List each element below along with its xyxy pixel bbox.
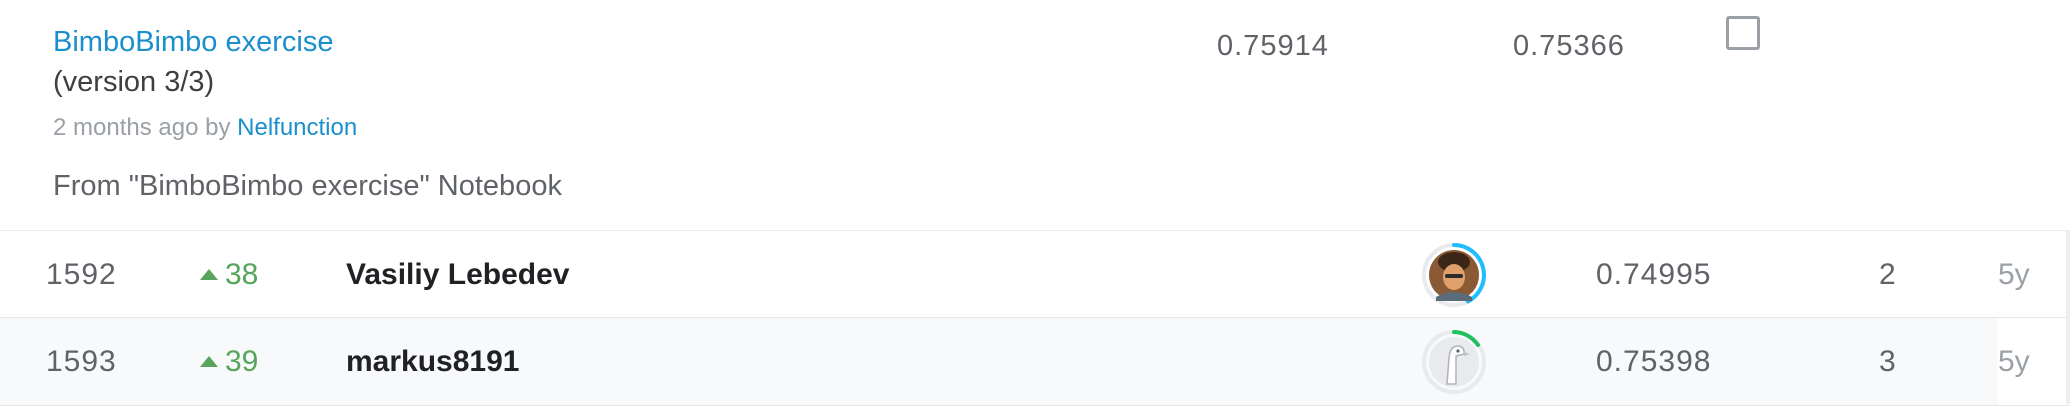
user-photo-avatar-icon xyxy=(1422,243,1486,307)
last-submission-cell: 5y xyxy=(1998,318,2070,405)
submission-time: 2 months ago xyxy=(53,114,199,141)
submission-private-score: 0.75914 xyxy=(1217,30,1329,62)
last-submission-cell: 5y xyxy=(1998,231,2070,318)
submission-meta: 2 months ago by Nelfunction xyxy=(53,114,357,142)
arrow-up-icon xyxy=(200,268,218,280)
entries-cell: 2 xyxy=(1879,258,1896,291)
default-goose-avatar-icon xyxy=(1422,330,1486,394)
submission-source-note: From "BimboBimbo exercise" Notebook xyxy=(53,170,562,202)
rank-cell: 1592 xyxy=(46,258,117,291)
rank-cell: 1593 xyxy=(46,345,117,378)
submission-by: by xyxy=(205,114,231,141)
score-cell: 0.75398 xyxy=(1596,345,1712,378)
leaderboard-row: 1593 39 markus8191 0.75398 3 5y xyxy=(0,317,2070,406)
rank-change: 39 xyxy=(200,318,258,405)
team-name-link[interactable]: markus8191 xyxy=(346,318,519,405)
team-avatar-link[interactable] xyxy=(1420,328,1488,396)
submission-author-link[interactable]: Nelfunction xyxy=(237,114,357,141)
team-name-link[interactable]: Vasiliy Lebedev xyxy=(346,231,569,318)
submission-public-score: 0.75366 xyxy=(1513,30,1625,62)
arrow-up-icon xyxy=(200,355,218,367)
score-cell: 0.74995 xyxy=(1596,258,1712,291)
team-avatar-link[interactable] xyxy=(1420,241,1488,309)
submission-title-link[interactable]: BimboBimbo exercise xyxy=(53,26,333,59)
rank-change-value: 38 xyxy=(225,258,259,291)
leaderboard-row: 1592 38 Vasiliy Lebedev 0.74995 2 5y xyxy=(0,230,2070,318)
rank-change-value: 39 xyxy=(225,345,259,378)
submission-version: (version 3/3) xyxy=(53,66,215,98)
entries-cell: 3 xyxy=(1879,345,1896,378)
select-submission-checkbox[interactable] xyxy=(1726,16,1760,50)
scrollbar-track-edge xyxy=(2066,230,2070,404)
rank-change: 38 xyxy=(200,231,258,318)
